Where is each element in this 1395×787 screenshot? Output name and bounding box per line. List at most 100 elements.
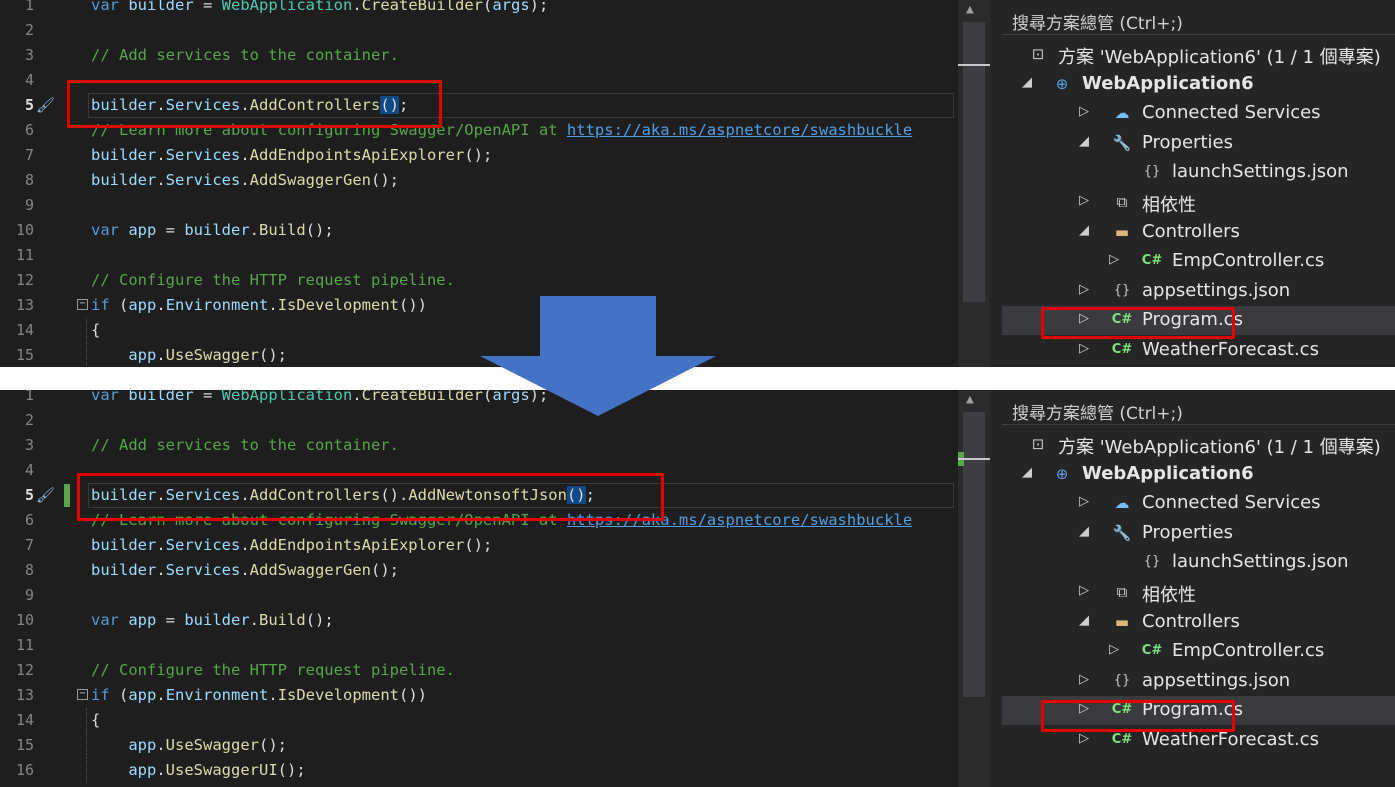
quick-actions-brush-icon[interactable]: 🖌 [36, 486, 60, 504]
line-number: 5 [24, 96, 34, 114]
code-line[interactable]: 9 [0, 193, 955, 218]
code-line[interactable]: 7 builder.Services.AddEndpointsApiExplore… [0, 143, 955, 168]
solution-explorer-search[interactable]: 搜尋方案總管 (Ctrl+;) [1002, 4, 1395, 35]
code-line[interactable]: 9 [0, 583, 955, 608]
tree-item[interactable]: ◢ 🔧 Properties [1002, 519, 1395, 548]
editor-vertical-scrollbar[interactable]: ▲ [958, 0, 990, 367]
code-editor[interactable]: 1 var builder = WebApplication.CreateBuil… [0, 0, 955, 367]
tree-item[interactable]: ⊡ 方案 'WebApplication6' (1 / 1 個專案) [1002, 430, 1395, 459]
tree-item[interactable]: ▷ ☁ Connected Services [1002, 99, 1395, 128]
code-text: builder.Services.AddSwaggerGen(); [91, 168, 399, 193]
expand-arrow-icon[interactable]: ▷ [1109, 642, 1119, 657]
code-link[interactable]: https://aka.ms/aspnetcore/swashbuckle [567, 121, 912, 139]
tree-item[interactable]: ▷ C# EmpController.cs [1002, 247, 1395, 276]
code-token: IsDevelopment [277, 296, 400, 314]
solution-icon: ⊡ [1031, 45, 1045, 63]
code-line[interactable]: 3 // Add services to the container. [0, 43, 955, 68]
scroll-up-arrow-icon[interactable]: ▲ [966, 392, 974, 407]
editor-vertical-scrollbar[interactable]: ▲ [958, 390, 990, 787]
code-line[interactable]: 16 app.UseSwaggerUI(); [0, 758, 955, 783]
tree-item[interactable]: ◢ ⊕ WebApplication6 [1002, 70, 1395, 99]
outline-guide [86, 318, 88, 343]
tree-item[interactable]: ▷ {} appsettings.json [1002, 667, 1395, 696]
code-line[interactable]: 15 app.UseSwagger(); [0, 343, 955, 367]
code-line[interactable]: 2 [0, 18, 955, 43]
code-line[interactable]: 11 [0, 633, 955, 658]
solution-explorer-search[interactable]: 搜尋方案總管 (Ctrl+;) [1002, 394, 1395, 425]
code-line[interactable]: 13− if (app.Environment.IsDevelopment()) [0, 683, 955, 708]
panel-splitter[interactable] [990, 0, 1002, 367]
code-token: app [128, 736, 157, 754]
tree-item-label: 相依性 [1142, 195, 1196, 216]
code-line[interactable]: 10 var app = builder.Build(); [0, 608, 955, 633]
line-number: 13 [15, 296, 34, 314]
tree-item[interactable]: ▷ ⧉ 相依性 [1002, 578, 1395, 607]
code-line[interactable]: 10 var app = builder.Build(); [0, 218, 955, 243]
collapse-arrow-icon[interactable]: ◢ [1079, 613, 1089, 628]
panel-splitter[interactable] [990, 390, 1002, 787]
code-line[interactable]: 1 var builder = WebApplication.CreateBuil… [0, 0, 955, 18]
code-token: Build [259, 611, 306, 629]
tree-item[interactable]: ▷ C# EmpController.cs [1002, 637, 1395, 666]
highlight-box-add-controllers [67, 80, 442, 128]
scrollbar-thumb[interactable] [963, 412, 985, 697]
tree-item[interactable]: ◢ ⊕ WebApplication6 [1002, 460, 1395, 489]
code-line[interactable]: 15 app.UseSwagger(); [0, 733, 955, 758]
code-token: AddEndpointsApiExplorer [249, 536, 465, 554]
connected-services-icon: ☁ [1114, 104, 1130, 122]
code-token: Build [259, 221, 306, 239]
code-line[interactable]: 12 // Configure the HTTP request pipeline… [0, 268, 955, 293]
code-line[interactable]: 3 // Add services to the container. [0, 433, 955, 458]
line-number: 4 [24, 461, 34, 479]
code-line[interactable]: 1 var builder = WebApplication.CreateBuil… [0, 390, 955, 408]
expand-arrow-icon[interactable]: ▷ [1109, 252, 1119, 267]
code-line[interactable]: 14 { [0, 708, 955, 733]
code-line[interactable]: 2 [0, 408, 955, 433]
tree-item[interactable]: ▷ ☁ Connected Services [1002, 489, 1395, 518]
expand-arrow-icon[interactable]: ▷ [1079, 282, 1089, 297]
collapse-arrow-icon[interactable]: ◢ [1079, 134, 1089, 149]
code-line[interactable]: 13− if (app.Environment.IsDevelopment()) [0, 293, 955, 318]
tree-item[interactable]: ◢ 🔧 Properties [1002, 129, 1395, 158]
tree-item[interactable]: ▷ C# WeatherForecast.cs [1002, 336, 1395, 365]
code-line[interactable]: 7 builder.Services.AddEndpointsApiExplore… [0, 533, 955, 558]
tree-item[interactable]: ▷ {} appsettings.json [1002, 277, 1395, 306]
scroll-up-arrow-icon[interactable]: ▲ [966, 2, 974, 17]
quick-actions-brush-icon[interactable]: 🖌 [36, 96, 60, 114]
tree-item-label: 方案 'WebApplication6' (1 / 1 個專案) [1058, 47, 1381, 68]
code-token: Environment [165, 296, 269, 314]
tree-item[interactable]: ◢ ▬ Controllers [1002, 218, 1395, 247]
code-line[interactable]: 11 [0, 243, 955, 268]
code-token: = [193, 0, 222, 14]
expand-arrow-icon[interactable]: ▷ [1079, 583, 1089, 598]
collapse-block-icon[interactable]: − [77, 299, 88, 310]
code-line[interactable]: 8 builder.Services.AddSwaggerGen(); [0, 168, 955, 193]
tree-item[interactable]: ▷ ⧉ 相依性 [1002, 188, 1395, 217]
collapse-block-icon[interactable]: − [77, 689, 88, 700]
expand-arrow-icon[interactable]: ▷ [1079, 494, 1089, 509]
tree-item[interactable]: ◢ ▬ Controllers [1002, 608, 1395, 637]
code-token: app [128, 221, 157, 239]
expand-arrow-icon[interactable]: ▷ [1079, 193, 1089, 208]
tree-item[interactable]: {} launchSettings.json [1002, 158, 1395, 187]
code-line[interactable]: 14 { [0, 318, 955, 343]
code-line[interactable]: 8 builder.Services.AddSwaggerGen(); [0, 558, 955, 583]
collapse-arrow-icon[interactable]: ◢ [1079, 223, 1089, 238]
tree-item[interactable]: ⊡ 方案 'WebApplication6' (1 / 1 個專案) [1002, 40, 1395, 69]
code-editor[interactable]: 1 var builder = WebApplication.CreateBuil… [0, 390, 955, 787]
collapse-arrow-icon[interactable]: ◢ [1022, 465, 1032, 480]
line-number: 14 [15, 321, 34, 339]
code-line[interactable]: 12 // Configure the HTTP request pipeline… [0, 658, 955, 683]
expand-arrow-icon[interactable]: ▷ [1079, 341, 1089, 356]
expand-arrow-icon[interactable]: ▷ [1079, 731, 1089, 746]
collapse-arrow-icon[interactable]: ◢ [1022, 75, 1032, 90]
expand-arrow-icon[interactable]: ▷ [1079, 104, 1089, 119]
expand-arrow-icon[interactable]: ▷ [1079, 672, 1089, 687]
code-token: WebApplication [221, 390, 353, 404]
collapse-arrow-icon[interactable]: ◢ [1079, 524, 1089, 539]
code-token: Services [165, 561, 241, 579]
tree-item[interactable]: {} launchSettings.json [1002, 548, 1395, 577]
code-token: . [156, 736, 166, 754]
